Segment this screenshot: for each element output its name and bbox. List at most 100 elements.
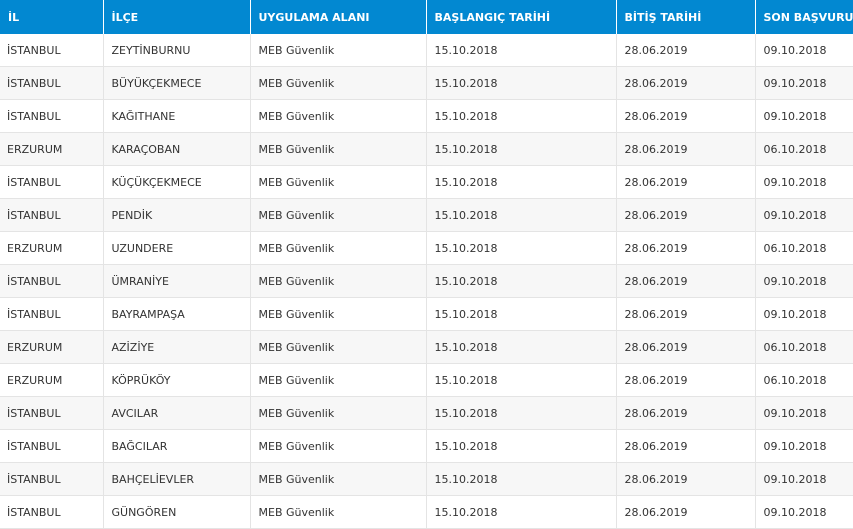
il-cell: İSTANBUL (0, 462, 104, 496)
table-row[interactable]: İSTANBUL BÜYÜKÇEKMECE MEB Güvenlik 15.10.20… (0, 66, 853, 100)
header-son-basvuru[interactable]: SON BAŞVURU (755, 0, 853, 34)
son-basvuru-cell: 09.10.2018 (755, 198, 853, 232)
application-table: İL İLÇE UYGULAMA ALANI BAŞLANGIÇ TARİHİ … (0, 0, 853, 529)
uygulama-alani-cell: MEB Güvenlik (250, 132, 427, 166)
header-bitis-tarihi[interactable]: BİTİŞ TARİHİ (616, 0, 756, 34)
ilce-cell: BAĞCILAR (103, 429, 251, 463)
table-row[interactable]: İSTANBUL KÜÇÜKÇEKMECE MEB Güvenlik 15.10.20… (0, 165, 853, 199)
baslangic-tarihi-cell: 15.10.2018 (426, 34, 617, 67)
baslangic-tarihi-cell: 15.10.2018 (426, 165, 617, 199)
son-basvuru-cell: 06.10.2018 (755, 231, 853, 265)
baslangic-tarihi-cell: 15.10.2018 (426, 297, 617, 331)
ilce-cell: UZUNDERE (103, 231, 251, 265)
table-row[interactable]: İSTANBUL BAHÇELİEVLER MEB Güvenlik 15.10.20… (0, 462, 853, 496)
table-body: İSTANBUL ZEYTİNBURNU MEB Güvenlik 15.10.201… (0, 34, 853, 529)
bitis-tarihi-cell: 28.06.2019 (616, 462, 756, 496)
uygulama-alani-cell: MEB Güvenlik (250, 462, 427, 496)
il-cell: İSTANBUL (0, 34, 104, 67)
uygulama-alani-cell: MEB Güvenlik (250, 429, 427, 463)
ilce-cell: KARAÇOBAN (103, 132, 251, 166)
bitis-tarihi-cell: 28.06.2019 (616, 330, 756, 364)
uygulama-alani-cell: MEB Güvenlik (250, 99, 427, 133)
uygulama-alani-cell: MEB Güvenlik (250, 165, 427, 199)
table-row[interactable]: İSTANBUL ZEYTİNBURNU MEB Güvenlik 15.10.201… (0, 34, 853, 67)
bitis-tarihi-cell: 28.06.2019 (616, 264, 756, 298)
uygulama-alani-cell: MEB Güvenlik (250, 363, 427, 397)
baslangic-tarihi-cell: 15.10.2018 (426, 66, 617, 100)
bitis-tarihi-cell: 28.06.2019 (616, 132, 756, 166)
il-cell: İSTANBUL (0, 396, 104, 430)
il-cell: İSTANBUL (0, 66, 104, 100)
son-basvuru-cell: 06.10.2018 (755, 330, 853, 364)
bitis-tarihi-cell: 28.06.2019 (616, 297, 756, 331)
uygulama-alani-cell: MEB Güvenlik (250, 297, 427, 331)
table-row[interactable]: ERZURUM KÖPRÜKÖY MEB Güvenlik 15.10.2018 28.… (0, 363, 853, 397)
il-cell: İSTANBUL (0, 165, 104, 199)
bitis-tarihi-cell: 28.06.2019 (616, 66, 756, 100)
table-row[interactable]: İSTANBUL AVCILAR MEB Güvenlik 15.10.2018 28.… (0, 396, 853, 430)
son-basvuru-cell: 09.10.2018 (755, 462, 853, 496)
son-basvuru-cell: 09.10.2018 (755, 429, 853, 463)
baslangic-tarihi-cell: 15.10.2018 (426, 363, 617, 397)
table-row[interactable]: İSTANBUL KAĞITHANE MEB Güvenlik 15.10.2018 2… (0, 99, 853, 133)
header-baslangic-tarihi[interactable]: BAŞLANGIÇ TARİHİ (426, 0, 617, 34)
son-basvuru-cell: 06.10.2018 (755, 363, 853, 397)
ilce-cell: BÜYÜKÇEKMECE (103, 66, 251, 100)
baslangic-tarihi-cell: 15.10.2018 (426, 264, 617, 298)
baslangic-tarihi-cell: 15.10.2018 (426, 429, 617, 463)
ilce-cell: AZİZİYE (103, 330, 251, 364)
il-cell: İSTANBUL (0, 429, 104, 463)
bitis-tarihi-cell: 28.06.2019 (616, 363, 756, 397)
il-cell: İSTANBUL (0, 297, 104, 331)
il-cell: İSTANBUL (0, 198, 104, 232)
uygulama-alani-cell: MEB Güvenlik (250, 66, 427, 100)
ilce-cell: ÜMRANİYE (103, 264, 251, 298)
il-cell: İSTANBUL (0, 99, 104, 133)
ilce-cell: AVCILAR (103, 396, 251, 430)
table-row[interactable]: İSTANBUL PENDİK MEB Güvenlik 15.10.2018 28.0… (0, 198, 853, 232)
ilce-cell: KÜÇÜKÇEKMECE (103, 165, 251, 199)
ilce-cell: ZEYTİNBURNU (103, 34, 251, 67)
baslangic-tarihi-cell: 15.10.2018 (426, 198, 617, 232)
baslangic-tarihi-cell: 15.10.2018 (426, 132, 617, 166)
table-row[interactable]: ERZURUM KARAÇOBAN MEB Güvenlik 15.10.2018 28… (0, 132, 853, 166)
ilce-cell: KÖPRÜKÖY (103, 363, 251, 397)
table-row[interactable]: İSTANBUL BAYRAMPAŞA MEB Güvenlik 15.10.2018… (0, 297, 853, 331)
ilce-cell: BAYRAMPAŞA (103, 297, 251, 331)
ilce-cell: BAHÇELİEVLER (103, 462, 251, 496)
bitis-tarihi-cell: 28.06.2019 (616, 165, 756, 199)
son-basvuru-cell: 06.10.2018 (755, 132, 853, 166)
il-cell: ERZURUM (0, 330, 104, 364)
uygulama-alani-cell: MEB Güvenlik (250, 198, 427, 232)
header-uygulama-alani[interactable]: UYGULAMA ALANI (250, 0, 427, 34)
son-basvuru-cell: 09.10.2018 (755, 297, 853, 331)
uygulama-alani-cell: MEB Güvenlik (250, 330, 427, 364)
son-basvuru-cell: 09.10.2018 (755, 264, 853, 298)
il-cell: ERZURUM (0, 363, 104, 397)
header-il[interactable]: İL (0, 0, 104, 34)
il-cell: İSTANBUL (0, 264, 104, 298)
bitis-tarihi-cell: 28.06.2019 (616, 429, 756, 463)
table-header: İL İLÇE UYGULAMA ALANI BAŞLANGIÇ TARİHİ … (0, 0, 853, 34)
baslangic-tarihi-cell: 15.10.2018 (426, 396, 617, 430)
il-cell: ERZURUM (0, 132, 104, 166)
son-basvuru-cell: 09.10.2018 (755, 34, 853, 67)
header-row: İL İLÇE UYGULAMA ALANI BAŞLANGIÇ TARİHİ … (0, 0, 853, 34)
baslangic-tarihi-cell: 15.10.2018 (426, 231, 617, 265)
table-row[interactable]: İSTANBUL BAĞCILAR MEB Güvenlik 15.10.2018 28… (0, 429, 853, 463)
son-basvuru-cell: 09.10.2018 (755, 66, 853, 100)
ilce-cell: PENDİK (103, 198, 251, 232)
bitis-tarihi-cell: 28.06.2019 (616, 198, 756, 232)
uygulama-alani-cell: MEB Güvenlik (250, 264, 427, 298)
uygulama-alani-cell: MEB Güvenlik (250, 34, 427, 67)
table-row[interactable]: ERZURUM UZUNDERE MEB Güvenlik 15.10.2018 28.… (0, 231, 853, 265)
baslangic-tarihi-cell: 15.10.2018 (426, 330, 617, 364)
il-cell: ERZURUM (0, 231, 104, 265)
header-ilce[interactable]: İLÇE (103, 0, 251, 34)
table-row[interactable]: İSTANBUL ÜMRANİYE MEB Güvenlik 15.10.2018 28… (0, 264, 853, 298)
table-row[interactable]: ERZURUM AZİZİYE MEB Güvenlik 15.10.2018 28.0… (0, 330, 853, 364)
baslangic-tarihi-cell: 15.10.2018 (426, 99, 617, 133)
uygulama-alani-cell: MEB Güvenlik (250, 396, 427, 430)
baslangic-tarihi-cell: 15.10.2018 (426, 462, 617, 496)
bitis-tarihi-cell: 28.06.2019 (616, 99, 756, 133)
